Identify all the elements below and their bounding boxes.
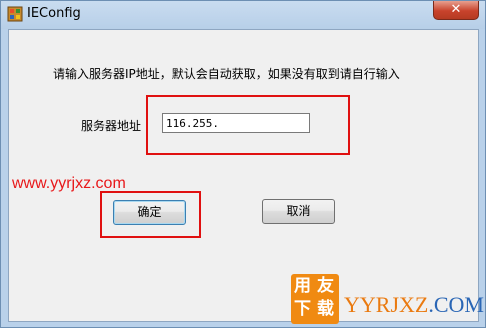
close-icon: ✕: [450, 2, 462, 17]
watermark-url: www.yyrjxz.com: [12, 175, 126, 192]
dialog-client-area: 请输入服务器IP地址，默认会自动获取，如果没有取到请自行输入 服务器地址 确定 …: [8, 29, 484, 324]
server-address-label: 服务器地址: [81, 119, 142, 133]
ip-field-highlight-box: [146, 95, 350, 155]
watermark-logo-char: 用: [294, 276, 311, 296]
ieconfig-app-icon: [7, 6, 23, 22]
watermark-logo-char: 下: [294, 299, 311, 319]
watermark-brand: YYRJXZ.COM: [344, 292, 484, 318]
watermark-logo-char: 载: [317, 299, 334, 319]
watermark-logo-char: 友: [317, 276, 334, 296]
cancel-button[interactable]: 取消: [262, 199, 335, 224]
watermark-brand-tld: COM: [433, 292, 484, 317]
close-button[interactable]: ✕: [433, 1, 479, 20]
window-title: IEConfig: [27, 6, 81, 21]
title-bar[interactable]: IEConfig ✕: [1, 1, 485, 29]
watermark-logo: 用 友 下 载: [291, 274, 339, 324]
watermark-brand-main: YYRJXZ: [344, 292, 429, 317]
ip-prompt-text: 请输入服务器IP地址，默认会自动获取，如果没有取到请自行输入: [53, 67, 400, 81]
ieconfig-window: IEConfig ✕ 请输入服务器IP地址，默认会自动获取，如果没有取到请自行输…: [0, 0, 486, 328]
ok-button-highlight-box: [100, 191, 201, 238]
